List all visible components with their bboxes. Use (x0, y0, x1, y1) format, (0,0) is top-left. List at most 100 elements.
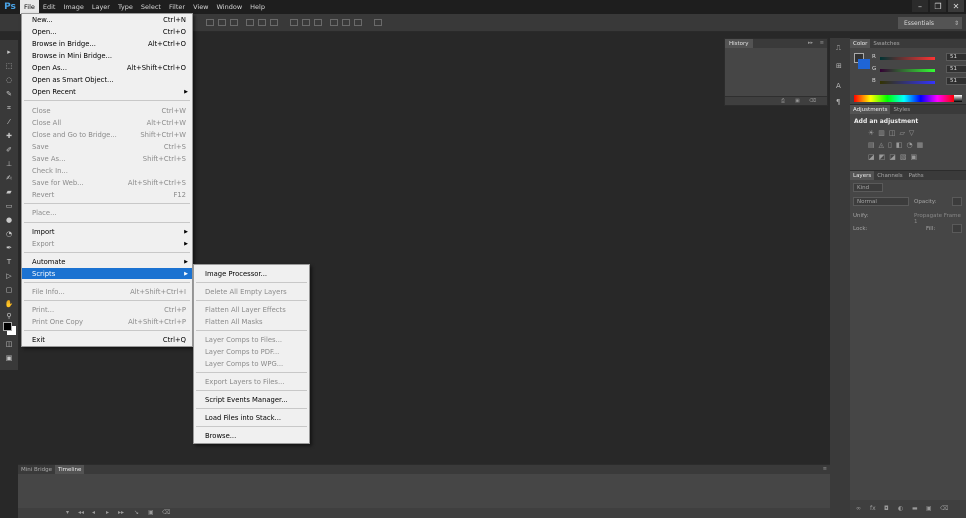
black-white-ramp[interactable] (954, 95, 962, 102)
menu-item-close-and-go-to-bridge[interactable]: Close and Go to Bridge... Shift+Ctrl+W (22, 129, 192, 140)
dodge-tool-icon[interactable]: ◔ (4, 230, 14, 238)
panel-menu-icon[interactable]: ≡ (820, 40, 824, 46)
distribute-left-icon[interactable] (330, 19, 338, 26)
menu-item-open[interactable]: Open... Ctrl+O (22, 26, 192, 37)
submenu-item-layer-comps-to-files[interactable]: Layer Comps to Files... (194, 334, 309, 345)
align-right-icon[interactable] (270, 19, 278, 26)
menu-item-print[interactable]: Print... Ctrl+P (22, 304, 192, 315)
menu-item-open-recent[interactable]: Open Recent ▶ (22, 86, 192, 97)
snapshot-icon[interactable]: ⎙ (781, 98, 785, 104)
menu-item-import[interactable]: Import ▶ (22, 226, 192, 237)
menu-item-close[interactable]: Close Ctrl+W (22, 105, 192, 116)
loop-options-icon[interactable]: ▾ (66, 509, 69, 516)
quick-mask-icon[interactable]: ◫ (4, 340, 14, 348)
blue-slider-track[interactable] (880, 81, 935, 84)
align-middle-icon[interactable] (218, 19, 226, 26)
previous-frame-icon[interactable]: ◂ (92, 509, 95, 516)
kind-filter-select[interactable]: Kind (853, 183, 883, 192)
tab-paths[interactable]: Paths (906, 171, 927, 180)
menu-layer[interactable]: Layer (88, 0, 114, 14)
green-value-field[interactable]: 51 (946, 65, 966, 73)
menu-view[interactable]: View (189, 0, 212, 14)
menu-item-revert[interactable]: Revert F12 (22, 189, 192, 200)
next-frame-icon[interactable]: ▸▸ (118, 509, 124, 516)
path-select-tool-icon[interactable]: ▷ (4, 272, 14, 280)
tab-color[interactable]: Color (850, 39, 871, 48)
submenu-item-layer-comps-to-pdf[interactable]: Layer Comps to PDF... (194, 346, 309, 357)
menu-select[interactable]: Select (137, 0, 165, 14)
blue-slider[interactable]: B 51 (872, 77, 966, 86)
submenu-item-layer-comps-to-wpg[interactable]: Layer Comps to WPG... (194, 358, 309, 369)
delete-frame-icon[interactable]: ⌫ (162, 509, 170, 516)
adjustment-layer-icon[interactable]: ◐ (898, 505, 903, 512)
tab-layers[interactable]: Layers (850, 171, 875, 180)
tab-swatches[interactable]: Swatches (870, 39, 902, 48)
new-layer-icon[interactable]: ▣ (926, 505, 932, 512)
distribute-middle-icon[interactable] (302, 19, 310, 26)
menu-item-save[interactable]: Save Ctrl+S (22, 141, 192, 152)
type-tool-icon[interactable]: T (4, 258, 14, 266)
distribute-top-icon[interactable] (290, 19, 298, 26)
menu-item-print-one-copy[interactable]: Print One Copy Alt+Shift+Ctrl+P (22, 316, 192, 327)
zoom-tool-icon[interactable]: ⚲ (4, 312, 14, 320)
workspace-switcher[interactable]: Essentials ⇕ (898, 17, 962, 29)
history-tab[interactable]: History (725, 39, 753, 48)
paragraph-panel-icon[interactable]: ¶ (836, 98, 840, 106)
submenu-item-browse[interactable]: Browse... (194, 430, 309, 441)
collapse-icon[interactable]: ▸▸ (808, 40, 813, 46)
trash-icon[interactable]: ⌫ (809, 98, 816, 104)
menu-item-browse-in-mini-bridge[interactable]: Browse in Mini Bridge... (22, 50, 192, 61)
submenu-item-delete-all-empty-layers[interactable]: Delete All Empty Layers (194, 286, 309, 297)
fill-field[interactable] (952, 224, 962, 233)
tween-icon[interactable]: ↘ (134, 509, 139, 516)
menu-item-open-as-smart-object[interactable]: Open as Smart Object... (22, 74, 192, 85)
tab-mini-bridge[interactable]: Mini Bridge (18, 465, 55, 474)
menu-item-exit[interactable]: Exit Ctrl+Q (22, 334, 192, 345)
crop-tool-icon[interactable]: ⌗ (4, 104, 14, 112)
menu-item-save-as[interactable]: Save As... Shift+Ctrl+S (22, 153, 192, 164)
submenu-item-export-layers-to-files[interactable]: Export Layers to Files... (194, 376, 309, 387)
eraser-tool-icon[interactable]: ▰ (4, 188, 14, 196)
menu-item-new[interactable]: New... Ctrl+N (22, 14, 192, 25)
blend-mode-select[interactable]: Normal (853, 197, 909, 206)
distribute-center-icon[interactable] (342, 19, 350, 26)
pen-tool-icon[interactable]: ✒ (4, 244, 14, 252)
history-brush-tool-icon[interactable]: ✍ (4, 174, 14, 182)
red-slider-track[interactable] (880, 57, 935, 60)
minimize-button[interactable]: – (912, 0, 928, 12)
lasso-tool-icon[interactable]: ◌ (4, 76, 14, 84)
submenu-item-load-files-into-stack[interactable]: Load Files into Stack... (194, 412, 309, 423)
screen-mode-icon[interactable]: ▣ (4, 354, 14, 362)
shape-tool-icon[interactable]: ▢ (4, 286, 14, 294)
play-icon[interactable]: ▸ (106, 509, 109, 516)
healing-brush-tool-icon[interactable]: ✚ (4, 132, 14, 140)
foreground-color-swatch[interactable] (3, 322, 12, 331)
align-center-icon[interactable] (258, 19, 266, 26)
color-spectrum-bar[interactable] (854, 95, 954, 102)
red-value-field[interactable]: 51 (946, 53, 966, 61)
red-slider[interactable]: R 51 (872, 53, 966, 62)
timeline-menu-icon[interactable]: ≡ (823, 466, 827, 472)
menu-filter[interactable]: Filter (165, 0, 189, 14)
tab-channels[interactable]: Channels (874, 171, 905, 180)
add-mask-icon[interactable]: ◘ (884, 505, 889, 512)
adjustment-icons-row-3[interactable]: ◪◩◪▧▣ (868, 153, 921, 161)
quick-select-tool-icon[interactable]: ✎ (4, 90, 14, 98)
close-button[interactable]: ✕ (948, 0, 964, 12)
menu-item-browse-in-bridge[interactable]: Browse in Bridge... Alt+Ctrl+O (22, 38, 192, 49)
align-top-icon[interactable] (206, 19, 214, 26)
hand-tool-icon[interactable]: ✋ (4, 300, 14, 308)
blur-tool-icon[interactable]: ● (4, 216, 14, 224)
menu-item-file-info[interactable]: File Info... Alt+Shift+Ctrl+I (22, 286, 192, 297)
marquee-tool-icon[interactable]: ⬚ (4, 62, 14, 70)
clone-stamp-tool-icon[interactable]: ⊥ (4, 160, 14, 168)
green-slider[interactable]: G 51 (872, 65, 966, 74)
menu-item-automate[interactable]: Automate ▶ (22, 256, 192, 267)
submenu-item-flatten-all-layer-effects[interactable]: Flatten All Layer Effects (194, 304, 309, 315)
layer-style-icon[interactable]: fx (870, 505, 876, 512)
adjustment-icons-row-2[interactable]: ▤◬▯◧◔▦ (868, 141, 927, 149)
menu-item-save-for-web[interactable]: Save for Web... Alt+Shift+Ctrl+S (22, 177, 192, 188)
menu-item-check-in[interactable]: Check In... (22, 165, 192, 176)
submenu-item-script-events-manager[interactable]: Script Events Manager... (194, 394, 309, 405)
eyedropper-tool-icon[interactable]: ⁄ (4, 118, 14, 126)
